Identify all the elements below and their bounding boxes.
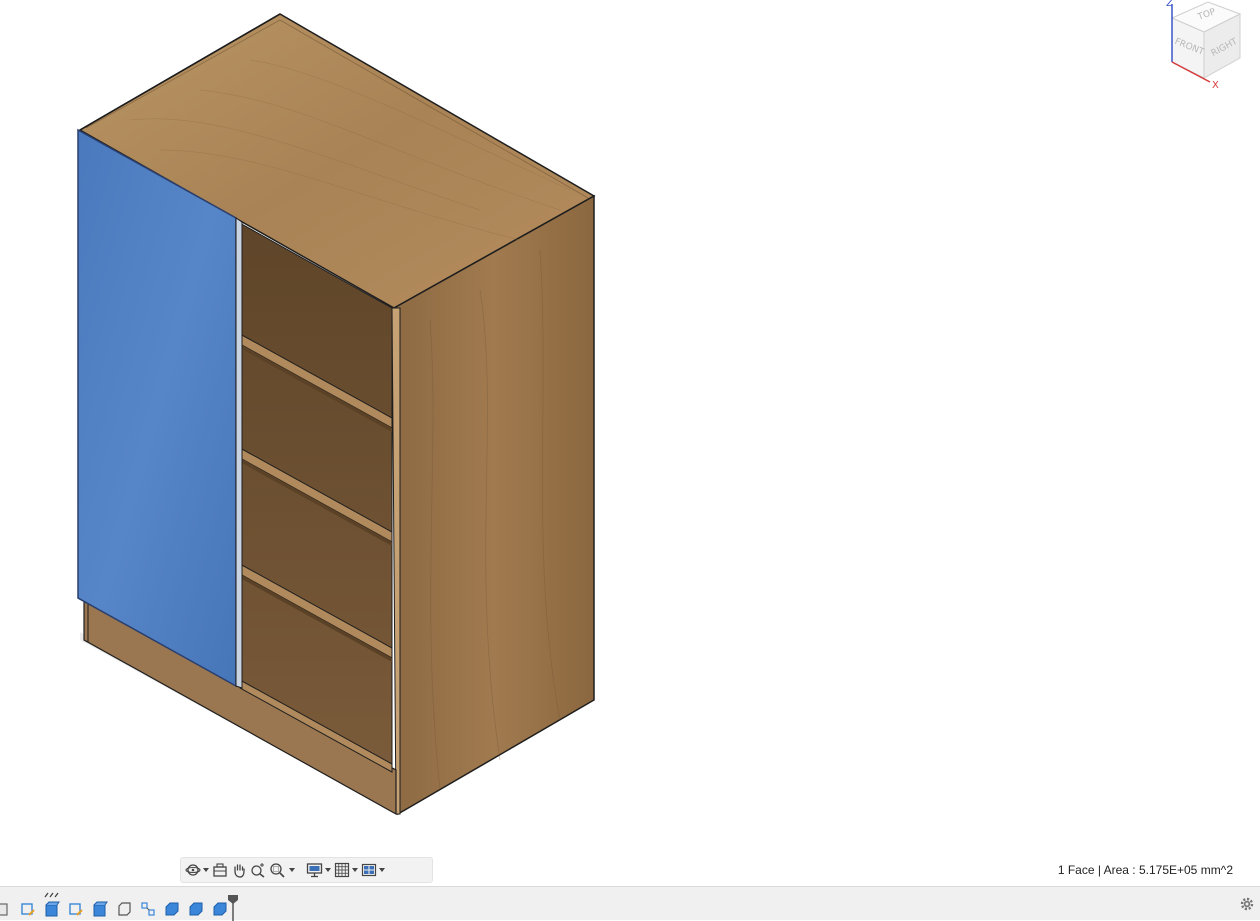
look-at-button[interactable]	[212, 859, 228, 881]
look-at-icon	[213, 863, 227, 877]
component-icon[interactable]	[164, 901, 180, 917]
sketch-icon[interactable]	[0, 901, 10, 917]
timeline-marker-icon[interactable]	[228, 895, 238, 921]
sketch-icon[interactable]	[20, 901, 36, 917]
zoom-icon	[251, 863, 265, 878]
extrude-icon[interactable]	[92, 901, 108, 917]
cabinet-door-selected	[77, 128, 237, 688]
selection-status: 1 Face | Area : 5.175E+05 mm^2	[1057, 863, 1233, 877]
zoom-menu-caret-icon[interactable]	[289, 868, 295, 872]
cabinet-model[interactable]	[0, 0, 1260, 886]
pan-button[interactable]	[231, 859, 247, 881]
zoom-button[interactable]	[250, 859, 266, 881]
x-axis-label: X	[1212, 80, 1219, 90]
gear-icon[interactable]	[1238, 895, 1256, 913]
marker-icon	[44, 892, 59, 898]
component-icon[interactable]	[188, 901, 204, 917]
zoom-window-icon	[270, 863, 285, 878]
sketch-icon[interactable]	[68, 901, 84, 917]
pan-hand-icon	[234, 864, 245, 878]
display-settings-icon	[306, 863, 323, 878]
z-axis-label: Z	[1166, 0, 1173, 9]
canvas-viewport[interactable]: TOP FRONT RIGHT Z X 1 Face | Area: 5.17…	[0, 0, 1260, 886]
viewports-icon	[361, 863, 377, 877]
grid-icon	[334, 862, 350, 878]
body-icon[interactable]	[116, 901, 132, 917]
display-settings-button[interactable]	[306, 859, 331, 881]
grid-menu-caret-icon[interactable]	[352, 868, 358, 872]
viewports-button[interactable]	[361, 859, 385, 881]
display-menu-caret-icon[interactable]	[325, 868, 331, 872]
zoom-window-button[interactable]	[269, 859, 295, 881]
orbit-icon	[185, 864, 201, 876]
component-icon[interactable]	[212, 901, 228, 917]
grid-settings-button[interactable]	[334, 859, 358, 881]
extrude-icon[interactable]	[44, 901, 60, 917]
navigation-toolbar	[180, 857, 433, 883]
viewports-menu-caret-icon[interactable]	[379, 868, 385, 872]
view-cube[interactable]: TOP FRONT RIGHT Z X	[1160, 0, 1250, 90]
orbit-button[interactable]	[185, 859, 209, 881]
timeline-bar	[0, 886, 1260, 921]
move-icon[interactable]	[140, 901, 156, 917]
orbit-menu-caret-icon[interactable]	[203, 868, 209, 872]
